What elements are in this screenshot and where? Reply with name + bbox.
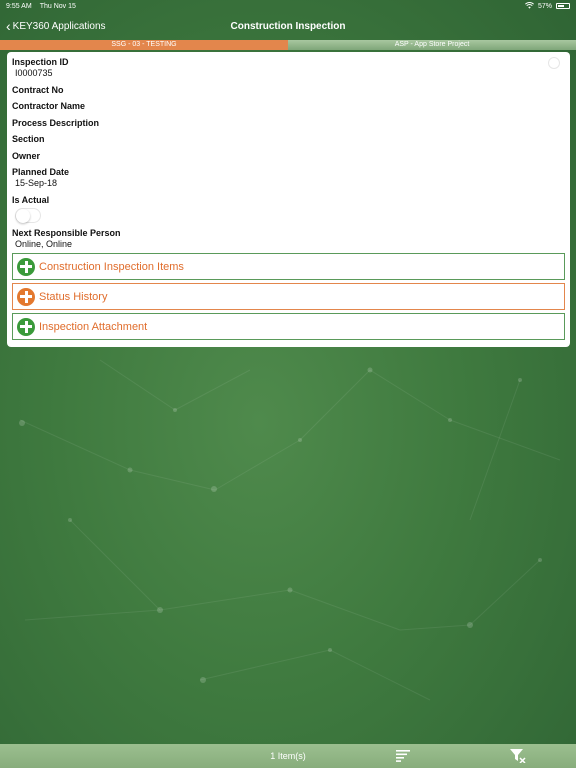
contractor-name-label: Contractor Name — [12, 101, 86, 111]
inspection-id-value: I0000735 — [15, 68, 53, 78]
toggle-knob — [16, 208, 30, 223]
navigation-bar: ‹ KEY360 Applications Construction Inspe… — [0, 12, 576, 40]
owner-label: Owner — [12, 150, 41, 161]
wifi-icon — [525, 1, 534, 11]
planned-date-label: Planned Date — [12, 167, 70, 177]
sort-button[interactable] — [396, 749, 410, 767]
battery-icon — [556, 3, 570, 9]
filter-button[interactable] — [510, 749, 526, 768]
inspection-id-label: Inspection ID — [12, 57, 69, 67]
next-responsible-person-value: Online, Online — [15, 238, 73, 249]
add-circle-icon — [17, 287, 35, 306]
bottom-toolbar: 1 Item(s) — [0, 744, 576, 768]
filter-icon — [510, 749, 526, 764]
item-count: 1 Item(s) — [270, 751, 306, 761]
status-history-button[interactable]: Status History — [12, 283, 565, 310]
add-circle-icon — [17, 317, 35, 336]
sort-icon — [396, 750, 410, 762]
section-label-inspection-attachment: Inspection Attachment — [39, 320, 148, 333]
battery-percent: 57% — [537, 2, 552, 10]
add-button[interactable] — [49, 748, 65, 764]
chevron-left-icon: ‹ — [6, 17, 11, 34]
add-circle-icon — [17, 257, 35, 276]
is-actual-label: Is Actual — [12, 194, 50, 205]
process-description-label: Process Description — [12, 117, 100, 128]
status-date: Thu Nov 15 — [39, 2, 76, 10]
section-label-construction-items: Construction Inspection Items — [39, 260, 184, 273]
status-bar: 9:55 AM Thu Nov 15 57% — [0, 0, 576, 12]
section-label-status-history: Status History — [39, 290, 108, 303]
section-label: Section — [12, 134, 45, 144]
contract-no-label: Contract No — [12, 84, 64, 95]
inspection-detail-card: Inspection ID I0000735 Contract No Contr… — [7, 52, 570, 347]
project-tab-ssg[interactable]: SSG - 03 - TESTING — [0, 40, 288, 50]
construction-inspection-items-button[interactable]: Construction Inspection Items — [12, 253, 565, 280]
is-actual-toggle[interactable] — [15, 207, 41, 223]
select-radio[interactable] — [548, 57, 560, 69]
planned-date-value: 15-Sep-18 — [15, 178, 58, 188]
next-responsible-person-label: Next Responsible Person — [12, 227, 121, 238]
inspection-attachment-button[interactable]: Inspection Attachment — [12, 313, 565, 340]
status-time: 9:55 AM — [6, 2, 32, 10]
project-strip: SSG - 03 - TESTING ASP - App Store Proje… — [0, 40, 576, 50]
back-button-label: KEY360 Applications — [12, 20, 106, 32]
project-tab-asp[interactable]: ASP - App Store Project — [288, 40, 576, 50]
back-button[interactable]: ‹ KEY360 Applications — [0, 17, 106, 34]
